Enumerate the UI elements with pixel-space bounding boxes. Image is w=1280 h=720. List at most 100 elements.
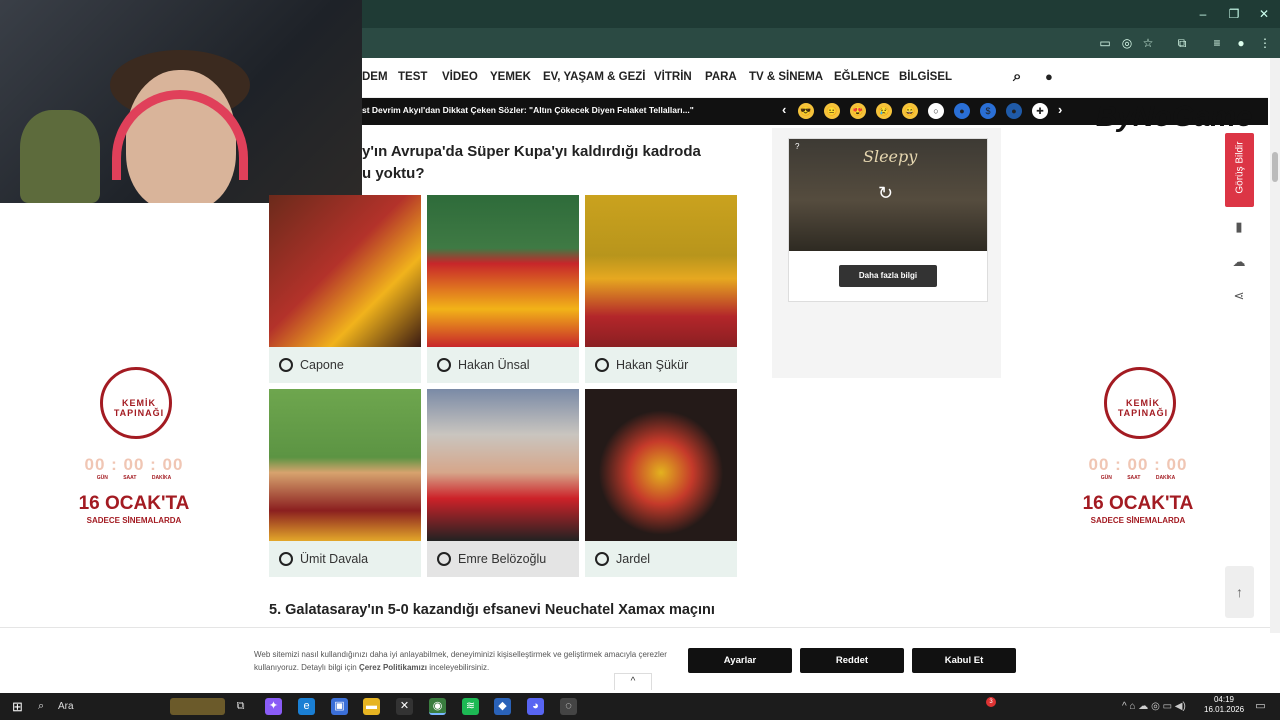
promo-subtitle: SADECE SİNEMALARDA [86, 516, 182, 525]
clock[interactable]: 04:19 16.01.2026 [1204, 695, 1244, 714]
emoji-reaction-icon[interactable]: $ [980, 103, 996, 119]
eye-off-icon[interactable]: ◎ [1118, 35, 1136, 51]
movie-promo-right[interactable]: KEMİK TAPINAĞI 00 : 00 : 00 GÜN SAAT DAK… [1068, 367, 1208, 537]
menu-icon[interactable]: ⋮ [1256, 35, 1274, 51]
widget-icon[interactable] [170, 698, 225, 715]
restore-button[interactable]: ❐ [1224, 6, 1244, 22]
nav-item-video[interactable]: VİDEO [442, 71, 478, 83]
player-photo [427, 389, 579, 541]
comments-icon[interactable]: ☁ [1227, 250, 1251, 274]
emoji-reaction-icon[interactable]: 😍 [850, 103, 866, 119]
countdown-units: GÜN SAAT DAKİKA [1100, 475, 1176, 481]
answer-option[interactable]: Hakan Ünsal [427, 195, 579, 383]
webcam-overlay [0, 0, 362, 203]
player-photo [585, 389, 737, 541]
cast-icon[interactable]: ▭ [1096, 35, 1114, 51]
cookie-collapse-button[interactable]: ^ [614, 673, 652, 690]
taskbar-search-icon[interactable]: ⌕ [38, 698, 44, 715]
scroll-top-button[interactable]: ↑ [1225, 566, 1254, 618]
media-icon[interactable]: ≡ [1208, 35, 1226, 51]
cookie-accept-button[interactable]: Kabul Et [912, 648, 1016, 673]
radio-button[interactable] [437, 552, 451, 566]
player-photo [585, 195, 737, 347]
file-explorer-icon[interactable]: ▬ [363, 698, 380, 715]
chrome-icon[interactable]: ◉ [429, 698, 446, 715]
emoji-reaction-icon[interactable]: 😄 [902, 103, 918, 119]
ad-info-icon[interactable]: ? [795, 142, 799, 151]
cookie-reject-button[interactable]: Reddet [800, 648, 904, 673]
app-icon[interactable]: ◌ [560, 698, 577, 715]
extensions-icon[interactable]: ⧉ [1173, 35, 1191, 51]
minimize-button[interactable]: – [1193, 6, 1213, 22]
countdown-timer: 00 : 00 : 00 [84, 455, 184, 474]
share-icon[interactable]: ⋖ [1227, 284, 1251, 308]
ticker-prev-button[interactable]: ‹ [782, 102, 786, 117]
emoji-reaction-icon[interactable]: ✚ [1032, 103, 1048, 119]
spotify-icon[interactable]: ≋ [462, 698, 479, 715]
star-icon[interactable]: ☆ [1139, 35, 1157, 51]
emblem-icon: KEMİK TAPINAĞI [100, 367, 172, 439]
site-navigation: DEM TEST VİDEO YEMEK EV, YAŞAM & GEZİ Vİ… [362, 58, 1268, 98]
copilot-icon[interactable]: ✦ [265, 698, 282, 715]
nav-item-ev-yasam[interactable]: EV, YAŞAM & GEZİ [543, 71, 645, 83]
cookie-settings-button[interactable]: Ayarlar [688, 648, 792, 673]
user-icon[interactable]: ● [1045, 69, 1053, 84]
nav-item-eglence[interactable]: EĞLENCE [834, 71, 890, 83]
emoji-reaction-icon[interactable]: ○ [928, 103, 944, 119]
cookie-text: Web sitemizi nasıl kullandığınızı daha i… [254, 650, 667, 672]
option-label: Hakan Ünsal [458, 358, 530, 372]
emoji-reaction-icon[interactable]: 😎 [798, 103, 814, 119]
emoji-reaction-icon[interactable]: 😢 [876, 103, 892, 119]
promo-date: 16 OCAK'TA [1082, 493, 1194, 514]
player-photo [269, 389, 421, 541]
radio-button[interactable] [279, 358, 293, 372]
close-button[interactable]: ✕ [1254, 6, 1274, 22]
option-label: Hakan Şükür [616, 358, 689, 372]
nav-item-vitrin[interactable]: VİTRİN [654, 71, 692, 83]
answer-option[interactable]: Jardel [585, 389, 737, 577]
notification-icon[interactable]: ▭ [1252, 698, 1269, 715]
radio-button[interactable] [437, 358, 451, 372]
windows-start-icon[interactable]: ⊞ [9, 698, 26, 715]
ticker-next-button[interactable]: › [1058, 102, 1062, 117]
nav-item-test[interactable]: TEST [398, 71, 427, 83]
edge-icon[interactable]: e [298, 698, 315, 715]
answer-option[interactable]: Emre Belözoğlu [427, 389, 579, 577]
ad-image: ? Sleepy ↻ [789, 139, 987, 251]
radio-button[interactable] [595, 552, 609, 566]
nav-item-yemek[interactable]: YEMEK [490, 71, 531, 83]
nav-item-bilgisel[interactable]: BİLGİSEL [899, 71, 952, 83]
task-view-icon[interactable]: ⧉ [232, 698, 249, 715]
xbox-icon[interactable]: ✕ [396, 698, 413, 715]
nav-item-dem[interactable]: DEM [362, 71, 388, 83]
app-icon[interactable]: ◆ [494, 698, 511, 715]
radio-button[interactable] [595, 358, 609, 372]
answer-option[interactable]: Capone [269, 195, 421, 383]
scrollbar-thumb[interactable] [1272, 152, 1278, 182]
replay-icon[interactable]: ↻ [878, 183, 893, 204]
ad-cta-button[interactable]: Daha fazla bilgi [839, 265, 937, 287]
emoji-reaction-icon[interactable]: ● [954, 103, 970, 119]
ticker-headline[interactable]: st Devrim Akyıl'dan Dikkat Çeken Sözler:… [362, 105, 694, 115]
radio-button[interactable] [279, 552, 293, 566]
movie-promo-left[interactable]: KEMİK TAPINAĞI 00 : 00 : 00 GÜN SAAT DAK… [64, 367, 204, 537]
answer-option[interactable]: Hakan Şükür [585, 195, 737, 383]
scrollbar[interactable] [1270, 58, 1280, 633]
taskbar-search-label[interactable]: Ara [58, 698, 74, 715]
search-icon[interactable]: ⌕ [1013, 68, 1021, 85]
profile-icon[interactable]: ● [1232, 35, 1250, 51]
feedback-button[interactable]: Görüş Bildir [1225, 133, 1254, 207]
emoji-reaction-icon[interactable]: ● [1006, 103, 1022, 119]
discord-icon[interactable]: ◕ [527, 698, 544, 715]
bookmark-icon[interactable]: ▮ [1227, 215, 1251, 239]
option-label: Jardel [616, 552, 651, 566]
cookie-policy-link[interactable]: Çerez Politikamızı [359, 663, 427, 672]
ad-banner[interactable]: ? Sleepy ↻ Daha fazla bilgi [788, 138, 988, 302]
store-icon[interactable]: ▣ [331, 698, 348, 715]
tray-icons[interactable]: ^ ⌂ ☁ ◎ ▭ ◀) [1122, 698, 1192, 715]
emblem-icon: KEMİK TAPINAĞI [1104, 367, 1176, 439]
emoji-reaction-icon[interactable]: 😐 [824, 103, 840, 119]
nav-item-para[interactable]: PARA [705, 71, 737, 83]
nav-item-tv-sinema[interactable]: TV & SİNEMA [749, 71, 823, 83]
answer-option[interactable]: Ümit Davala [269, 389, 421, 577]
